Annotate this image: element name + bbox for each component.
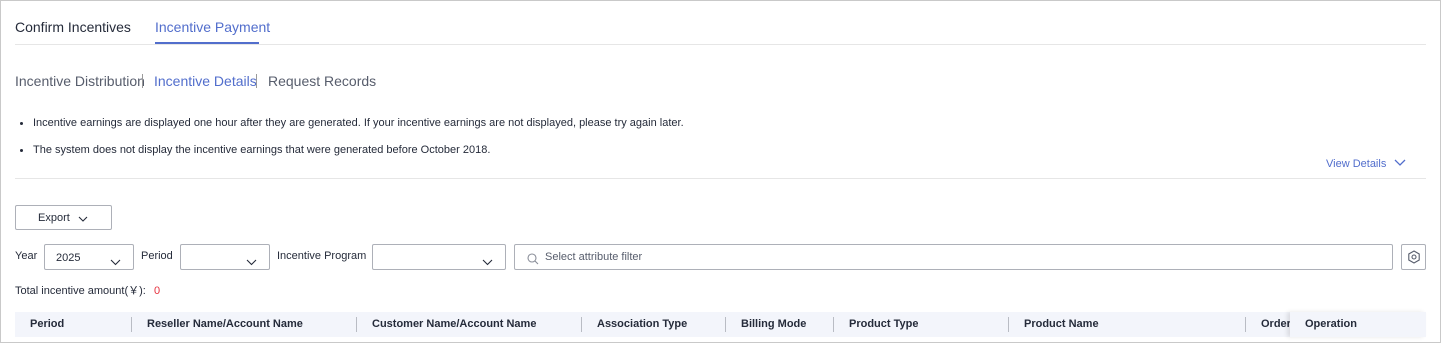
subtab-incentive-details[interactable]: Incentive Details bbox=[154, 73, 257, 89]
period-label: Period bbox=[141, 250, 173, 262]
year-label: Year bbox=[15, 250, 38, 262]
tab-confirm-incentives[interactable]: Confirm Incentives bbox=[15, 19, 131, 35]
top-tabs: Confirm Incentives Incentive Payment bbox=[15, 1, 1426, 45]
chevron-down-icon bbox=[110, 253, 121, 271]
column-header-product-name: Product Name bbox=[1024, 318, 1099, 330]
page-frame: Confirm Incentives Incentive Payment Inc… bbox=[0, 0, 1441, 343]
notice-item: Incentive earnings are displayed one hou… bbox=[20, 117, 684, 129]
column-header-product-type: Product Type bbox=[849, 318, 919, 330]
column-divider bbox=[581, 317, 582, 332]
chevron-down-icon bbox=[246, 253, 257, 271]
export-label: Export bbox=[38, 212, 70, 224]
tab-incentive-payment[interactable]: Incentive Payment bbox=[155, 19, 270, 35]
incentive-program-label: Incentive Program bbox=[277, 250, 367, 262]
view-details-link[interactable]: View Details bbox=[1326, 157, 1406, 171]
total-incentive-value: 0 bbox=[154, 285, 161, 297]
operation-column-header: Operation bbox=[1290, 312, 1426, 337]
column-divider bbox=[356, 317, 357, 332]
period-select[interactable] bbox=[180, 244, 270, 270]
incentive-program-select[interactable] bbox=[372, 244, 506, 270]
view-details-label: View Details bbox=[1326, 158, 1387, 170]
settings-button[interactable] bbox=[1401, 244, 1426, 270]
search-icon bbox=[527, 252, 539, 270]
subtab-incentive-distribution[interactable]: Incentive Distribution bbox=[15, 73, 145, 89]
column-divider bbox=[1008, 317, 1009, 332]
active-tab-indicator bbox=[155, 42, 259, 44]
column-divider bbox=[833, 317, 834, 332]
chevron-down-icon bbox=[482, 253, 493, 271]
table-header: Period Reseller Name/Account Name Custom… bbox=[15, 312, 1426, 337]
year-value: 2025 bbox=[56, 252, 81, 264]
search-input[interactable] bbox=[545, 249, 1375, 265]
column-divider bbox=[131, 317, 132, 332]
subtab-request-records[interactable]: Request Records bbox=[268, 73, 376, 89]
subtab-divider bbox=[142, 74, 143, 88]
column-header-operation: Operation bbox=[1305, 318, 1357, 330]
column-divider bbox=[1245, 317, 1246, 332]
column-header-customer: Customer Name/Account Name bbox=[372, 318, 537, 330]
column-header-billing-mode: Billing Mode bbox=[741, 318, 807, 330]
divider bbox=[15, 178, 1426, 179]
column-header-period: Period bbox=[30, 318, 65, 330]
chevron-down-icon bbox=[78, 213, 88, 225]
subtab-divider bbox=[256, 74, 257, 88]
year-select[interactable]: 2025 bbox=[44, 244, 134, 270]
column-header-reseller: Reseller Name/Account Name bbox=[147, 318, 303, 330]
chevron-down-icon bbox=[1394, 157, 1406, 170]
column-divider bbox=[725, 317, 726, 332]
total-incentive-label: Total incentive amount(￥): bbox=[15, 285, 146, 297]
export-button[interactable]: Export bbox=[15, 205, 112, 230]
attribute-filter-search bbox=[514, 244, 1393, 270]
column-header-order: Order bbox=[1261, 318, 1291, 330]
notice-item: The system does not display the incentiv… bbox=[19, 144, 491, 156]
column-header-association-type: Association Type bbox=[597, 318, 688, 330]
